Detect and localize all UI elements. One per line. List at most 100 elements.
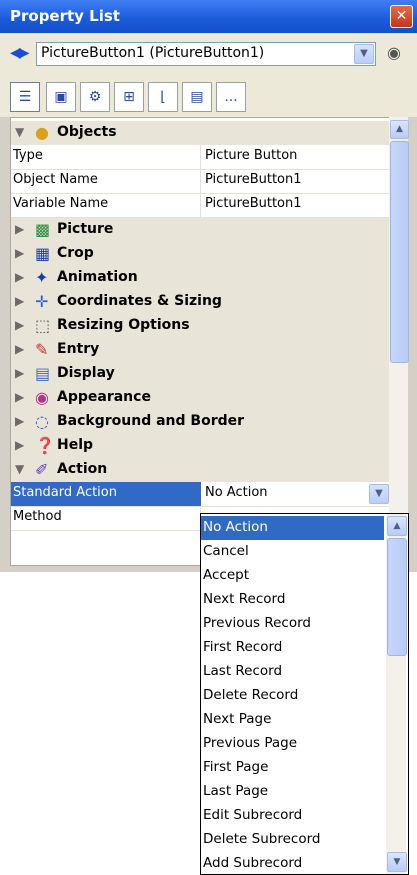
dropdown-option[interactable]: Delete Record [201,684,384,708]
tab-objects-icon[interactable]: ⊞ [114,82,144,112]
object-selector-value: PictureButton1 (PictureButton1) [41,45,265,61]
collapsed-triangle-icon: ▶ [15,366,25,380]
collapsed-triangle-icon: ▶ [15,222,25,236]
section-resizing-options[interactable]: ▶ ⬚ Resizing Options [11,314,390,338]
section-picture[interactable]: ▶ ▩ Picture [11,218,390,242]
section-label: Coordinates & Sizing [57,293,222,309]
section-action[interactable]: ▼ ✐ Action [11,458,390,482]
tab-bar: ☰ ▣ ⚙ ⊞ ⌊ ▤ ... [0,73,417,117]
option-label: Delete Subrecord [203,831,321,847]
option-label: Last Record [203,663,283,679]
option-label: Accept [203,567,250,583]
chevron-down-icon[interactable]: ▼ [369,484,389,504]
section-background-border[interactable]: ▶ ◌ Background and Border [11,410,390,434]
coordinates-icon: ✛ [35,292,49,311]
option-label: Delete Record [203,687,299,703]
dropdown-option[interactable]: Accept [201,564,384,588]
dropdown-option[interactable]: Delete Subrecord [201,828,384,852]
animation-icon: ✦ [35,268,49,287]
column-separator [200,193,201,217]
collapsed-triangle-icon: ▶ [15,270,25,284]
title-bar: Property List ✕ [0,0,417,33]
eye-icon[interactable]: ◉ [387,43,401,62]
property-name: Type [13,148,43,163]
property-value: PictureButton1 [205,172,302,187]
object-selector[interactable]: PictureButton1 (PictureButton1) ▼ [36,42,376,66]
scroll-thumb[interactable] [390,141,409,363]
collapsed-triangle-icon: ▶ [15,438,25,452]
property-grid-scrollbar[interactable]: ▲ ▼ [389,117,409,566]
dropdown-option[interactable]: Edit Subrecord [201,804,384,828]
dropdown-option[interactable]: Next Page [201,708,384,732]
section-label: Objects [57,124,117,140]
resize-icon: ⬚ [35,316,51,335]
objects-icon: ● [35,123,49,142]
tab-chart-icon[interactable]: ⌊ [148,82,178,112]
tab-gear-icon[interactable]: ⚙ [80,82,110,112]
scroll-thumb[interactable] [387,538,407,656]
column-separator [200,145,201,169]
section-label: Action [57,461,108,477]
section-appearance[interactable]: ▶ ◉ Appearance [11,386,390,410]
scroll-up-icon[interactable]: ▲ [390,120,409,139]
window-title: Property List [10,7,120,25]
collapsed-triangle-icon: ▶ [15,342,25,356]
background-icon: ◌ [35,412,49,431]
tab-list-icon[interactable]: ☰ [10,82,40,112]
dropdown-option[interactable]: First Page [201,756,384,780]
property-row-standard-action[interactable]: Standard Action No Action ▼ [11,482,390,507]
collapsed-triangle-icon: ▶ [15,390,25,404]
help-icon: ❓ [35,436,55,455]
dropdown-option[interactable]: Add Subrecord [201,852,384,874]
section-help[interactable]: ▶ ❓ Help [11,434,390,458]
tab-display-icon[interactable]: ▤ [182,82,212,112]
section-objects[interactable]: ▼ ● Objects [11,121,390,145]
section-crop[interactable]: ▶ ▦ Crop [11,242,390,266]
standard-action-select[interactable]: No Action ▼ [201,482,390,506]
collapsed-triangle-icon: ▶ [15,246,25,260]
dropdown-option[interactable]: Next Record [201,588,384,612]
property-value: Picture Button [205,148,298,163]
tab-more-icon[interactable]: ... [216,82,246,112]
property-row-type[interactable]: Type Picture Button [11,145,390,170]
property-grid: ▼ ● Objects Type Picture Button Object N… [10,117,391,566]
section-label: Resizing Options [57,317,190,333]
expanded-triangle-icon: ▼ [15,125,25,139]
scroll-down-icon[interactable]: ▼ [387,852,407,872]
tab-form-icon[interactable]: ▣ [46,82,76,112]
collapsed-triangle-icon: ▶ [15,414,25,428]
dropdown-option[interactable]: Previous Page [201,732,384,756]
section-label: Crop [57,245,94,261]
section-label: Display [57,365,115,381]
option-label: Edit Subrecord [203,807,303,823]
option-label: Previous Page [203,735,298,751]
option-label: Last Page [203,783,269,799]
section-label: Help [57,437,94,453]
collapsed-triangle-icon: ▶ [15,318,25,332]
nav-arrows-icon[interactable]: ◀▶ [10,45,29,61]
property-row-object-name[interactable]: Object Name PictureButton1 [11,169,390,194]
dropdown-option[interactable]: Cancel [201,540,384,564]
section-animation[interactable]: ▶ ✦ Animation [11,266,390,290]
crop-icon: ▦ [35,244,51,263]
chevron-down-icon[interactable]: ▼ [354,44,374,64]
property-row-variable-name[interactable]: Variable Name PictureButton1 [11,193,390,218]
dropdown-option[interactable]: Last Page [201,780,384,804]
dropdown-option[interactable]: No Action [201,516,384,540]
picture-icon: ▩ [35,220,51,239]
section-label: Animation [57,269,138,285]
object-selector-row: ◀▶ PictureButton1 (PictureButton1) ▼ ◉ [0,33,417,73]
section-coordinates-sizing[interactable]: ▶ ✛ Coordinates & Sizing [11,290,390,314]
expanded-triangle-icon: ▼ [15,462,25,476]
section-display[interactable]: ▶ ▤ Display [11,362,390,386]
property-value: PictureButton1 [205,196,302,211]
scroll-up-icon[interactable]: ▲ [387,516,407,536]
dropdown-option[interactable]: Previous Record [201,612,384,636]
dropdown-option[interactable]: First Record [201,636,384,660]
section-entry[interactable]: ▶ ✎ Entry [11,338,390,362]
close-icon[interactable]: ✕ [390,5,413,28]
dropdown-scrollbar[interactable]: ▲ ▼ [386,514,407,874]
action-icon: ✐ [35,460,49,479]
appearance-icon: ◉ [35,388,49,407]
dropdown-option[interactable]: Last Record [201,660,384,684]
